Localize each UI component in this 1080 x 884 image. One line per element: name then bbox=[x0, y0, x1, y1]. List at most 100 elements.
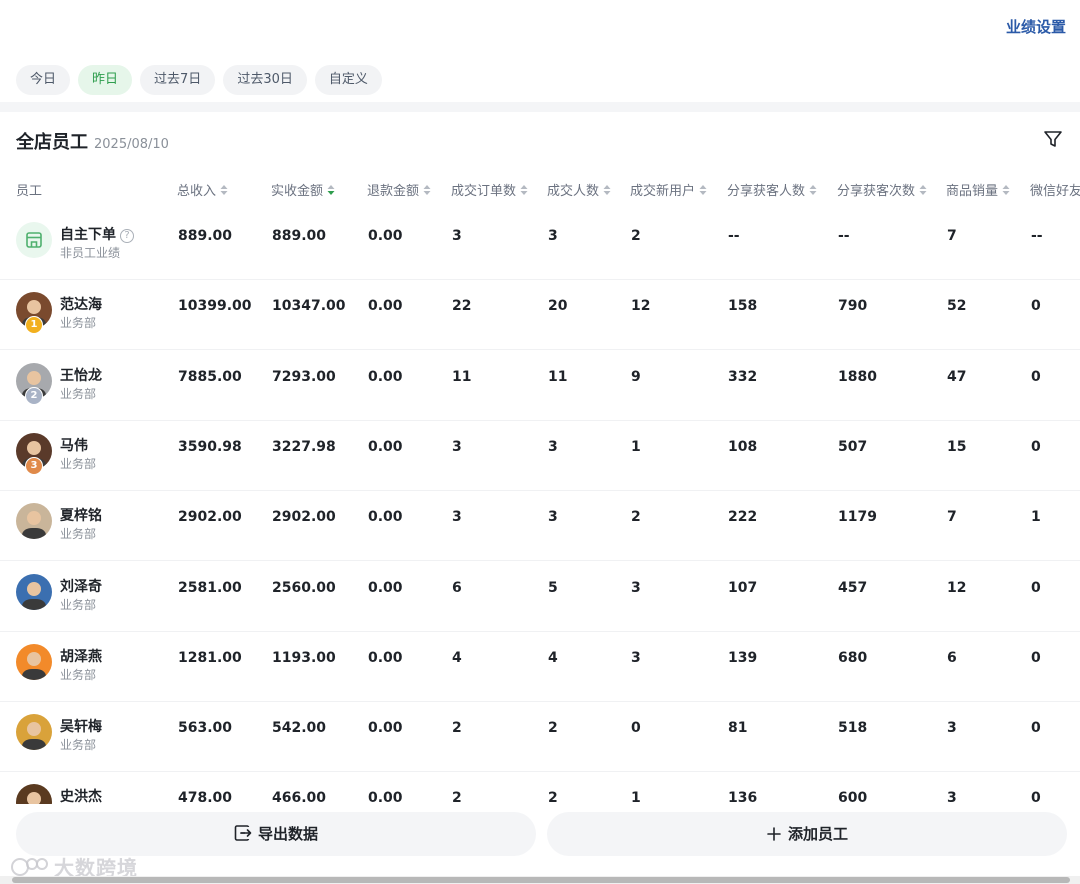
table-cell: 0 bbox=[631, 720, 641, 737]
table-cell: 3 bbox=[452, 438, 462, 455]
table-cell: 3590.98 bbox=[178, 438, 242, 455]
help-icon[interactable]: ? bbox=[120, 229, 134, 243]
sort-icon[interactable] bbox=[919, 184, 927, 196]
column-header-2[interactable]: 实收金额 bbox=[271, 180, 335, 199]
tab-last-7-days[interactable]: 过去7日 bbox=[140, 65, 216, 95]
table-cell: 542.00 bbox=[272, 720, 327, 737]
scrollbar-thumb[interactable] bbox=[12, 877, 1070, 883]
column-header-8[interactable]: 分享获客次数 bbox=[837, 180, 927, 199]
table-cell: 889.00 bbox=[178, 228, 233, 244]
table-cell: 0 bbox=[1031, 790, 1041, 804]
table-cell: 518 bbox=[838, 720, 868, 737]
employee-department: 业务部 bbox=[60, 527, 97, 542]
table-row[interactable]: 3 马伟 业务部 3590.98 3227.98 0.00 3 3 1 108 507 15 0 bbox=[0, 421, 1080, 491]
avatar bbox=[16, 714, 52, 751]
table-row[interactable]: 自主下单? 非员工业绩 889.00 889.00 0.00 3 3 2 -- -- 7 -- bbox=[0, 210, 1080, 280]
column-header-label: 退款金额 bbox=[367, 184, 420, 199]
sort-icon[interactable] bbox=[809, 184, 817, 196]
tab-custom[interactable]: 自定义 bbox=[314, 65, 382, 95]
column-header-4[interactable]: 成交订单数 bbox=[451, 180, 528, 199]
table-cell: -- bbox=[838, 228, 850, 244]
employee-department: 业务部 bbox=[60, 456, 97, 471]
tab-today[interactable]: 今日 bbox=[16, 65, 71, 95]
table-cell: 478.00 bbox=[178, 790, 233, 804]
employee-name-text: 胡泽燕 bbox=[60, 648, 102, 665]
table-header: 员工 总收入 实收金额 退款金额 成交订单数 成交人数 成交新用户 分享获客人数 分享获客次数 商… bbox=[0, 166, 1080, 212]
export-data-label: 导出数据 bbox=[257, 825, 318, 843]
table-cell: 0 bbox=[1031, 298, 1041, 315]
employee-name: 马伟 bbox=[60, 435, 88, 455]
table-cell: 889.00 bbox=[272, 228, 327, 244]
table-cell: 5 bbox=[548, 579, 558, 596]
horizontal-scrollbar[interactable] bbox=[0, 876, 1080, 884]
table-cell: 1 bbox=[1031, 509, 1041, 526]
performance-settings-link[interactable]: 业绩设置 bbox=[1006, 16, 1066, 37]
column-header-5[interactable]: 成交人数 bbox=[547, 180, 611, 199]
sort-icon[interactable] bbox=[603, 184, 611, 196]
table-cell: 7885.00 bbox=[178, 368, 242, 385]
sort-icon[interactable] bbox=[220, 184, 228, 196]
table-cell: 3 bbox=[631, 649, 641, 666]
employee-name-text: 刘泽奇 bbox=[60, 578, 102, 595]
table-row[interactable]: 刘泽奇 业务部 2581.00 2560.00 0.00 6 5 3 107 457 12 0 bbox=[0, 562, 1080, 632]
section-header: 全店员工 2025/08/10 bbox=[16, 128, 1064, 154]
table-cell: 11 bbox=[452, 368, 472, 385]
table-cell: 10347.00 bbox=[272, 298, 346, 315]
employee-department: 业务部 bbox=[60, 597, 97, 612]
staff-performance-table[interactable]: 员工 总收入 实收金额 退款金额 成交订单数 成交人数 成交新用户 分享获客人数 分享获客次数 商… bbox=[0, 166, 1080, 804]
employee-name-text: 夏梓铭 bbox=[60, 508, 102, 525]
table-cell: 81 bbox=[728, 720, 748, 737]
table-row[interactable]: 2 王怡龙 业务部 7885.00 7293.00 0.00 11 11 9 332 1880 47 0 bbox=[0, 351, 1080, 421]
employee-name-text: 马伟 bbox=[60, 437, 88, 454]
table-cell: 2 bbox=[631, 228, 641, 244]
export-data-button[interactable]: 导出数据 bbox=[16, 812, 536, 856]
employee-name-text: 自主下单 bbox=[60, 227, 116, 243]
section-date: 2025/08/10 bbox=[94, 137, 169, 152]
employee-name: 胡泽燕 bbox=[60, 646, 102, 666]
table-cell: 139 bbox=[728, 649, 758, 666]
add-staff-button[interactable]: 添加员工 bbox=[547, 812, 1067, 856]
employee-name-text: 王怡龙 bbox=[60, 367, 102, 384]
table-cell: 680 bbox=[838, 649, 868, 666]
table-cell: 0.00 bbox=[368, 790, 403, 804]
table-cell: 6 bbox=[452, 579, 462, 596]
sort-icon[interactable] bbox=[327, 184, 335, 196]
tab-last-30-days[interactable]: 过去30日 bbox=[223, 65, 307, 95]
rank-medal-icon: 3 bbox=[25, 456, 43, 475]
table-cell: 136 bbox=[728, 790, 758, 804]
employee-name: 吴轩梅 bbox=[60, 716, 102, 736]
sort-icon[interactable] bbox=[1002, 184, 1010, 196]
column-header-6[interactable]: 成交新用户 bbox=[630, 180, 707, 199]
table-cell: 10399.00 bbox=[178, 298, 252, 315]
table-cell: -- bbox=[1031, 228, 1043, 244]
employee-name: 自主下单? bbox=[60, 224, 134, 244]
table-cell: 7 bbox=[947, 228, 957, 244]
filter-icon[interactable] bbox=[1042, 128, 1064, 150]
table-cell: 600 bbox=[838, 790, 868, 804]
column-header-9[interactable]: 商品销量 bbox=[946, 180, 1010, 199]
column-header-3[interactable]: 退款金额 bbox=[367, 180, 431, 199]
table-cell: 2 bbox=[631, 509, 641, 526]
employee-name: 范达海 bbox=[60, 294, 102, 314]
rank-medal-icon: 2 bbox=[25, 386, 43, 405]
table-cell: 0.00 bbox=[368, 228, 403, 244]
table-row[interactable]: 夏梓铭 业务部 2902.00 2902.00 0.00 3 3 2 222 1179 7 1 bbox=[0, 491, 1080, 562]
employee-name: 夏梓铭 bbox=[60, 505, 102, 525]
table-row[interactable]: 史洪杰业务部478.00466.000.0022113660030 bbox=[0, 772, 1080, 804]
table-cell: 7 bbox=[947, 509, 957, 526]
employee-name-text: 史洪杰 bbox=[60, 789, 102, 804]
column-header-7[interactable]: 分享获客人数 bbox=[727, 180, 817, 199]
sort-icon[interactable] bbox=[699, 184, 707, 196]
table-row[interactable]: 胡泽燕 业务部 1281.00 1193.00 0.00 4 4 3 139 680 6 0 bbox=[0, 632, 1080, 702]
tab-yesterday[interactable]: 昨日 bbox=[78, 65, 133, 95]
sort-icon[interactable] bbox=[423, 184, 431, 196]
table-cell: 20 bbox=[548, 298, 568, 315]
table-cell: 4 bbox=[548, 649, 558, 666]
column-header-1[interactable]: 总收入 bbox=[177, 180, 228, 199]
table-row[interactable]: 吴轩梅 业务部 563.00 542.00 0.00 2 2 0 81 518 3 0 bbox=[0, 702, 1080, 773]
table-cell: 0 bbox=[1031, 579, 1041, 596]
column-header-label: 成交新用户 bbox=[630, 184, 696, 199]
column-header-label: 分享获客人数 bbox=[727, 184, 806, 199]
sort-icon[interactable] bbox=[520, 184, 528, 196]
table-row[interactable]: 1 范达海 业务部 10399.00 10347.00 0.00 22 20 12 158 790 5… bbox=[0, 280, 1080, 351]
